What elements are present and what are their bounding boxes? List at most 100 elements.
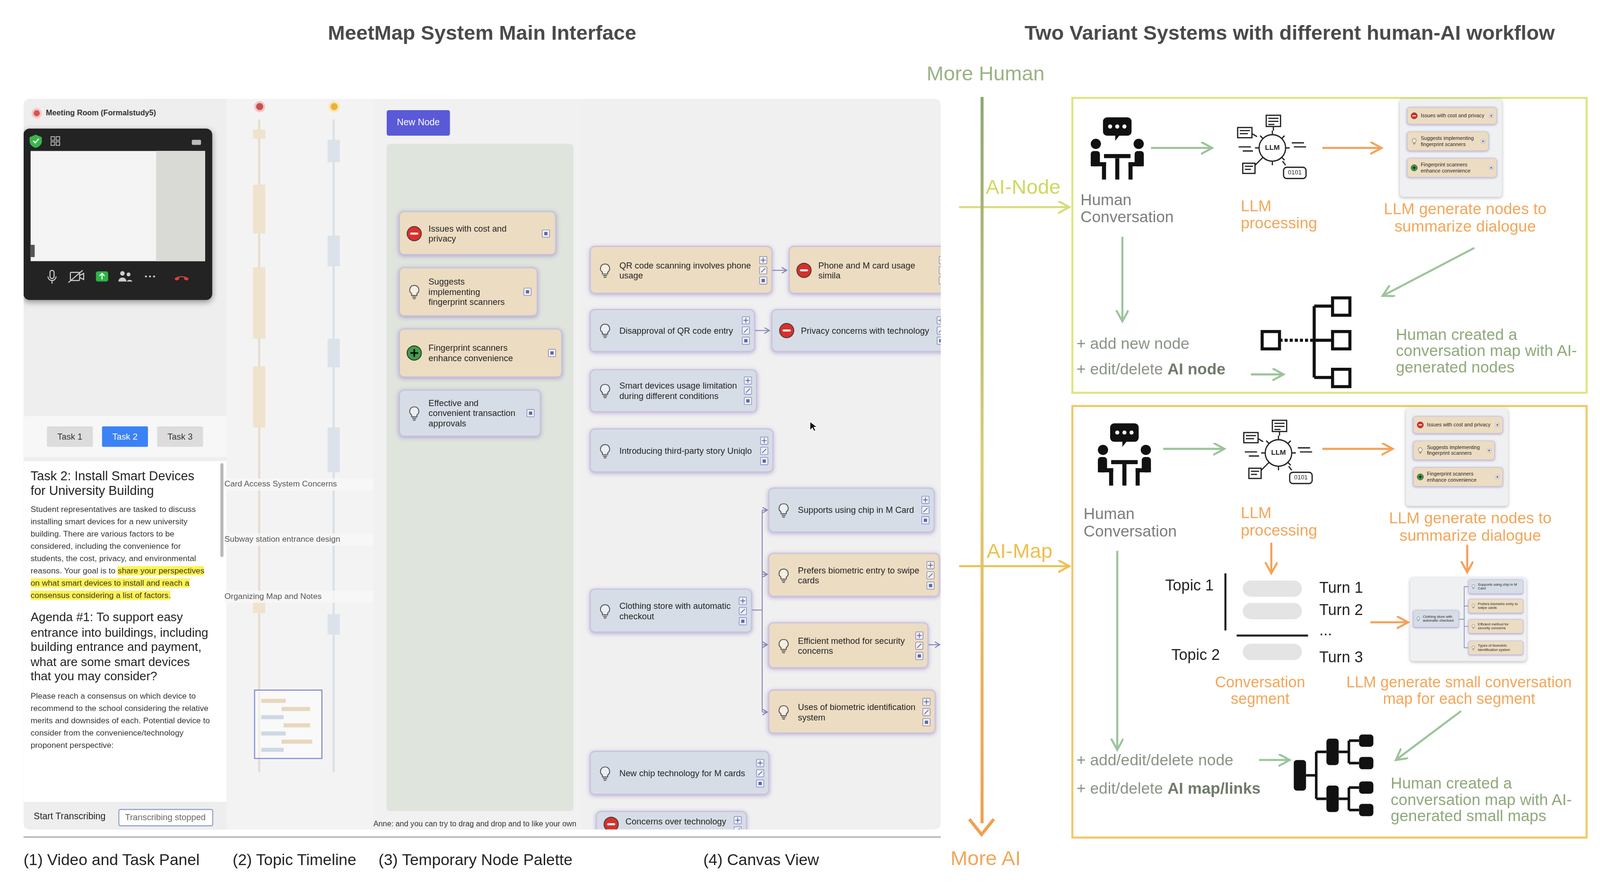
map-node[interactable]: Issues with cost and privacy: [1407, 107, 1497, 125]
edit-button[interactable]: [922, 707, 931, 716]
minimap[interactable]: [253, 689, 323, 760]
delete-button[interactable]: [1486, 448, 1492, 453]
task-tab[interactable]: Task 1: [46, 426, 93, 447]
map-node[interactable]: Clothing store with automatic checkout: [589, 588, 752, 633]
add-button[interactable]: [738, 596, 747, 605]
map-node[interactable]: Issues with cost and privacy: [399, 211, 557, 256]
delete-button[interactable]: [915, 651, 924, 660]
add-button[interactable]: [741, 316, 750, 325]
edit-button[interactable]: [936, 326, 941, 335]
delete-button[interactable]: [760, 456, 769, 465]
map-node[interactable]: New chip technology for M cards: [589, 750, 770, 795]
map-node[interactable]: Suggests implementing fingerprint scanne…: [1413, 440, 1496, 461]
delete-button[interactable]: [741, 336, 750, 345]
participant-avatar-icon: [253, 101, 266, 113]
map-node[interactable]: Fingerprint scanners enhance convenience: [1407, 157, 1497, 178]
map-node[interactable]: Prefers biometric entry to swipe cards: [768, 553, 940, 598]
topic-timeline: Card Access System ConcernsSubway statio…: [226, 98, 374, 830]
meeting-header: Meeting Room (Formalstudy5): [31, 104, 227, 122]
start-transcribing-button[interactable]: Start Transcribing: [33, 810, 106, 825]
add-button[interactable]: [921, 495, 930, 505]
map-node[interactable]: Effective and convenient transaction app…: [399, 389, 541, 437]
map-node[interactable]: Types of biometric identification system: [1468, 640, 1524, 655]
delete-button[interactable]: [921, 516, 930, 525]
node-text: Clothing store with automatic checkout: [619, 600, 733, 621]
add-button[interactable]: [922, 697, 931, 706]
temporary-node-palette[interactable]: Issues with cost and privacy Suggests imp…: [386, 143, 574, 811]
map-node[interactable]: Introducing third-party story Uniqlo: [589, 428, 774, 473]
delete-button[interactable]: [922, 717, 931, 726]
node-text: Effective and convenient transaction app…: [428, 398, 521, 429]
map-node[interactable]: Efficient method for security concerns: [1468, 619, 1524, 634]
delete-button[interactable]: [526, 408, 535, 418]
add-button[interactable]: [756, 758, 765, 767]
map-node[interactable]: Suggests implementing fingerprint scanne…: [1407, 131, 1489, 151]
scrollbar[interactable]: [220, 463, 224, 558]
llm-processing-label: LLM processing: [1240, 504, 1335, 539]
delete-button[interactable]: [756, 779, 765, 788]
delete-button[interactable]: [936, 336, 941, 345]
delete-button[interactable]: [759, 276, 768, 285]
map-node[interactable]: QR code scanning involves phone usage: [589, 245, 773, 294]
map-node[interactable]: Suggests implementing fingerprint scanne…: [399, 267, 538, 317]
edit-button[interactable]: [759, 265, 768, 274]
axis-arrow-icon: [967, 816, 996, 839]
map-node[interactable]: Supports using chip in M Card: [1468, 579, 1524, 594]
delete-button[interactable]: [1495, 475, 1500, 480]
delete-button[interactable]: [926, 581, 935, 590]
delete-button[interactable]: [743, 396, 752, 405]
map-node[interactable]: Privacy concerns with technology: [771, 309, 941, 353]
new-node-button[interactable]: New Node: [386, 110, 451, 136]
map-node[interactable]: Fingerprint scanners enhance convenience: [1413, 467, 1504, 487]
add-button[interactable]: [936, 316, 941, 325]
map-node[interactable]: Phone and M card usage simila: [788, 245, 941, 294]
edit-button[interactable]: [743, 386, 752, 395]
human-conversation-icon: [1087, 115, 1147, 181]
transcribing-status[interactable]: Transcribing stopped: [117, 808, 213, 827]
task-tab[interactable]: Task 3: [156, 426, 203, 447]
video-controls-icon[interactable]: [23, 260, 213, 296]
edit-button[interactable]: [921, 505, 930, 514]
edit-button[interactable]: [756, 768, 765, 777]
video-window[interactable]: [23, 128, 213, 301]
delete-button[interactable]: [523, 287, 532, 296]
delete-button[interactable]: [1495, 422, 1500, 427]
edit-button[interactable]: [938, 265, 941, 274]
node-text: Issues with cost and privacy: [428, 223, 536, 244]
node-tools: [921, 495, 930, 525]
map-node[interactable]: Efficient method for security concerns: [768, 622, 929, 669]
add-button[interactable]: [733, 816, 742, 825]
delete-button[interactable]: [738, 617, 747, 626]
map-node[interactable]: Prefers biometric entry to swipe cards: [1468, 599, 1524, 614]
edit-button[interactable]: [741, 326, 750, 335]
map-node[interactable]: Disapproval of QR code entry: [589, 309, 756, 353]
edit-button[interactable]: [926, 570, 935, 579]
add-button[interactable]: [743, 376, 752, 385]
canvas-view[interactable]: QR code scanning involves phone usage Pho…: [581, 98, 941, 830]
add-button[interactable]: [915, 631, 924, 640]
edit-button[interactable]: [760, 446, 769, 455]
idea-bulb-icon: [406, 405, 423, 422]
node-tools: [541, 228, 550, 237]
edit-button[interactable]: [733, 826, 742, 830]
add-button[interactable]: [926, 560, 935, 569]
map-node[interactable]: Concerns over technology: [595, 811, 747, 830]
delete-button[interactable]: [547, 348, 557, 357]
add-button[interactable]: [938, 255, 941, 264]
map-node[interactable]: Uses of biometric identification system: [768, 689, 936, 734]
map-node[interactable]: Fingerprint scanners enhance convenience: [399, 328, 563, 378]
map-node[interactable]: Clothing store with automatic checkout: [1413, 609, 1460, 628]
delete-button[interactable]: [1489, 165, 1494, 171]
edit-button[interactable]: [915, 641, 924, 650]
edit-button[interactable]: [738, 606, 747, 615]
delete-button[interactable]: [1489, 113, 1494, 119]
add-button[interactable]: [760, 436, 769, 445]
map-node[interactable]: Supports using chip in M Card: [768, 487, 935, 533]
map-node[interactable]: Issues with cost and privacy: [1413, 416, 1504, 434]
add-button[interactable]: [759, 255, 768, 264]
task-tab[interactable]: Task 2: [102, 426, 148, 447]
delete-button[interactable]: [1480, 139, 1486, 144]
delete-button[interactable]: [938, 276, 941, 285]
delete-button[interactable]: [541, 228, 550, 237]
map-node[interactable]: Smart devices usage limitation during di…: [589, 369, 757, 413]
